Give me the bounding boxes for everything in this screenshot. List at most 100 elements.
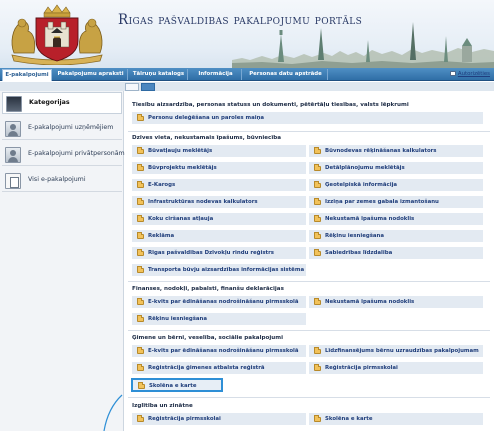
service-link-skolena-e-karte[interactable]: Skolēna e karte: [131, 378, 223, 392]
service-link[interactable]: Transporta būvju aizsardzības informācij…: [131, 263, 307, 277]
service-label: Nekustamā īpašuma nodoklis: [325, 216, 415, 222]
folder-icon: [137, 315, 144, 322]
sidebar-item-uznemejiem[interactable]: E-pakalpojumi uzņēmējiem: [2, 118, 122, 140]
service-link[interactable]: Infrastruktūras nodevas kalkulators: [131, 195, 307, 209]
tab-talrunu-katalogs[interactable]: Tālruņu katalogs: [130, 69, 188, 80]
service-link[interactable]: Detālplānojumu meklētājs: [308, 161, 484, 175]
service-link[interactable]: Reģistrācija ģimenes atbalsta reģistrā: [131, 361, 307, 375]
service-label: Infrastruktūras nodevas kalkulators: [148, 199, 258, 205]
service-label: E-kvīts par ēdināšanas nodrošināšanu pir…: [148, 299, 299, 305]
service-label: Reģistrācija pirmsskolai: [148, 416, 221, 422]
folder-icon: [314, 147, 321, 154]
service-label: Būvprojektu meklētājs: [148, 165, 217, 171]
service-label: Nekustamā īpašuma nodoklis: [325, 299, 415, 305]
folder-icon: [137, 215, 144, 222]
service-link[interactable]: Reģistrācija pirmsskolai: [131, 412, 307, 426]
section-title: Ģimene un bērni, veselība, sociālie paka…: [132, 335, 283, 341]
service-label: Būvnodevas rēķināšanas kalkulators: [325, 148, 437, 154]
login-link[interactable]: Autorizēties: [449, 70, 490, 79]
service-link[interactable]: Reklāma: [131, 229, 307, 243]
service-link[interactable]: Izziņa par zemes gabala izmantošanu: [308, 195, 484, 209]
service-label: E-Karogs: [148, 182, 176, 188]
service-link[interactable]: E-kvīts par ēdināšanas nodrošināšanu pir…: [131, 295, 307, 309]
section-divider: [128, 131, 490, 132]
folder-icon: [137, 114, 144, 121]
folder-icon: [137, 415, 144, 422]
folder-icon: [314, 232, 321, 239]
grid-view-icon[interactable]: [141, 83, 155, 91]
service-link[interactable]: Reģistrācija pirmsskolai: [308, 361, 484, 375]
sidebar-item-visi[interactable]: Visi e-pakalpojumi: [2, 170, 122, 192]
service-link[interactable]: Koku ciršanas atļauja: [131, 212, 307, 226]
services-list: Tiesību aizsardzība, personas statuss un…: [124, 91, 494, 431]
service-link[interactable]: Personu deleģēšana un paroles maiņa: [131, 111, 484, 125]
sidebar-item-label: E-pakalpojumi uzņēmējiem: [28, 124, 114, 131]
folder-icon: [314, 198, 321, 205]
section-title: Dzīves vieta, nekustamais īpašums, būvni…: [132, 135, 282, 141]
service-link[interactable]: Nekustamā īpašuma nodoklis: [308, 295, 484, 309]
service-link[interactable]: Sabiedrības līdzdalība: [308, 246, 484, 260]
service-label: Rēķinu iesniegšana: [325, 233, 385, 239]
service-link[interactable]: Ģeotelpiskā informācija: [308, 178, 484, 192]
service-link[interactable]: Rīgas pašvaldības Dzīvokļu rindu reģistr…: [131, 246, 307, 260]
categories-icon: [6, 96, 22, 112]
service-link[interactable]: Skolēna e karte: [308, 412, 484, 426]
service-label: E-kvīts par ēdināšanas nodrošināšanu pir…: [148, 348, 299, 354]
tab-informacija[interactable]: Informācija: [190, 69, 242, 80]
section-title: Finanses, nodokļi, pabalsti, finanšu dek…: [132, 286, 284, 292]
folder-icon: [314, 364, 321, 371]
folder-icon: [137, 232, 144, 239]
section-divider: [128, 330, 490, 331]
service-label: Koku ciršanas atļauja: [148, 216, 214, 222]
sidebar-item-privatpersonam[interactable]: E-pakalpojumi privātpersonām: [2, 144, 125, 166]
service-label: Reģistrācija pirmsskolai: [325, 365, 398, 371]
sidebar: Kategorijas E-pakalpojumi uzņēmējiem E-p…: [0, 91, 125, 431]
tab-e-pakalpojumi[interactable]: E-pakalpojumi: [2, 69, 52, 81]
service-label: Skolēna e karte: [325, 416, 373, 422]
login-label: Autorizēties: [457, 71, 490, 77]
folder-icon: [137, 147, 144, 154]
service-label: Personu deleģēšana un paroles maiņa: [148, 115, 265, 121]
document-icon: [5, 173, 21, 189]
sidebar-item-kategorijas[interactable]: Kategorijas: [2, 92, 122, 114]
service-label: Detālplānojumu meklētājs: [325, 165, 405, 171]
tab-pakalpojumu-apraksti[interactable]: Pakalpojumu apraksti: [54, 69, 128, 80]
service-link[interactable]: Būvatļauju meklētājs: [131, 144, 307, 158]
service-label: Skolēna e karte: [149, 383, 197, 389]
service-label: Ģeotelpiskā informācija: [325, 182, 398, 188]
service-label: Rīgas pašvaldības Dzīvokļu rindu reģistr…: [148, 250, 274, 256]
folder-icon: [137, 181, 144, 188]
section-title: Tiesību aizsardzība, personas statuss un…: [132, 102, 409, 108]
folder-icon: [138, 382, 145, 389]
riga-coat-of-arms-logo: [11, 4, 103, 65]
list-view-icon[interactable]: [125, 83, 139, 91]
service-link[interactable]: Līdzfinansējums bērnu uzraudzības pakalp…: [308, 344, 484, 358]
folder-icon: [314, 347, 321, 354]
section-divider: [128, 281, 490, 282]
folder-icon: [314, 164, 321, 171]
sidebar-item-label: Kategorijas: [29, 99, 70, 106]
folder-icon: [314, 249, 321, 256]
folder-icon: [137, 298, 144, 305]
folder-icon: [137, 266, 144, 273]
service-link[interactable]: E-kvīts par ēdināšanas nodrošināšanu pir…: [131, 344, 307, 358]
service-link[interactable]: Rēķinu iesniegšana: [308, 229, 484, 243]
sidebar-item-label: E-pakalpojumi privātpersonām: [28, 150, 125, 157]
riga-skyline-image: [232, 22, 494, 68]
folder-icon: [137, 198, 144, 205]
service-link[interactable]: Rēķinu iesniegšana: [131, 312, 307, 326]
section-title: Izglītība un zinātne: [132, 403, 193, 409]
service-link[interactable]: E-Karogs: [131, 178, 307, 192]
portal-header: Rigas pašvaldibas pakalpojumu portāls: [0, 0, 494, 68]
service-link[interactable]: Būvprojektu meklētājs: [131, 161, 307, 175]
folder-icon: [137, 249, 144, 256]
folder-icon: [314, 215, 321, 222]
folder-icon: [314, 415, 321, 422]
lock-icon: [449, 71, 456, 76]
tab-personas-datu-apstrade[interactable]: Personas datu apstrāde: [244, 69, 328, 80]
folder-icon: [137, 347, 144, 354]
sidebar-item-label: Visi e-pakalpojumi: [28, 176, 86, 183]
service-link[interactable]: Nekustamā īpašuma nodoklis: [308, 212, 484, 226]
service-link[interactable]: Būvnodevas rēķināšanas kalkulators: [308, 144, 484, 158]
view-toolbar: [0, 82, 494, 91]
